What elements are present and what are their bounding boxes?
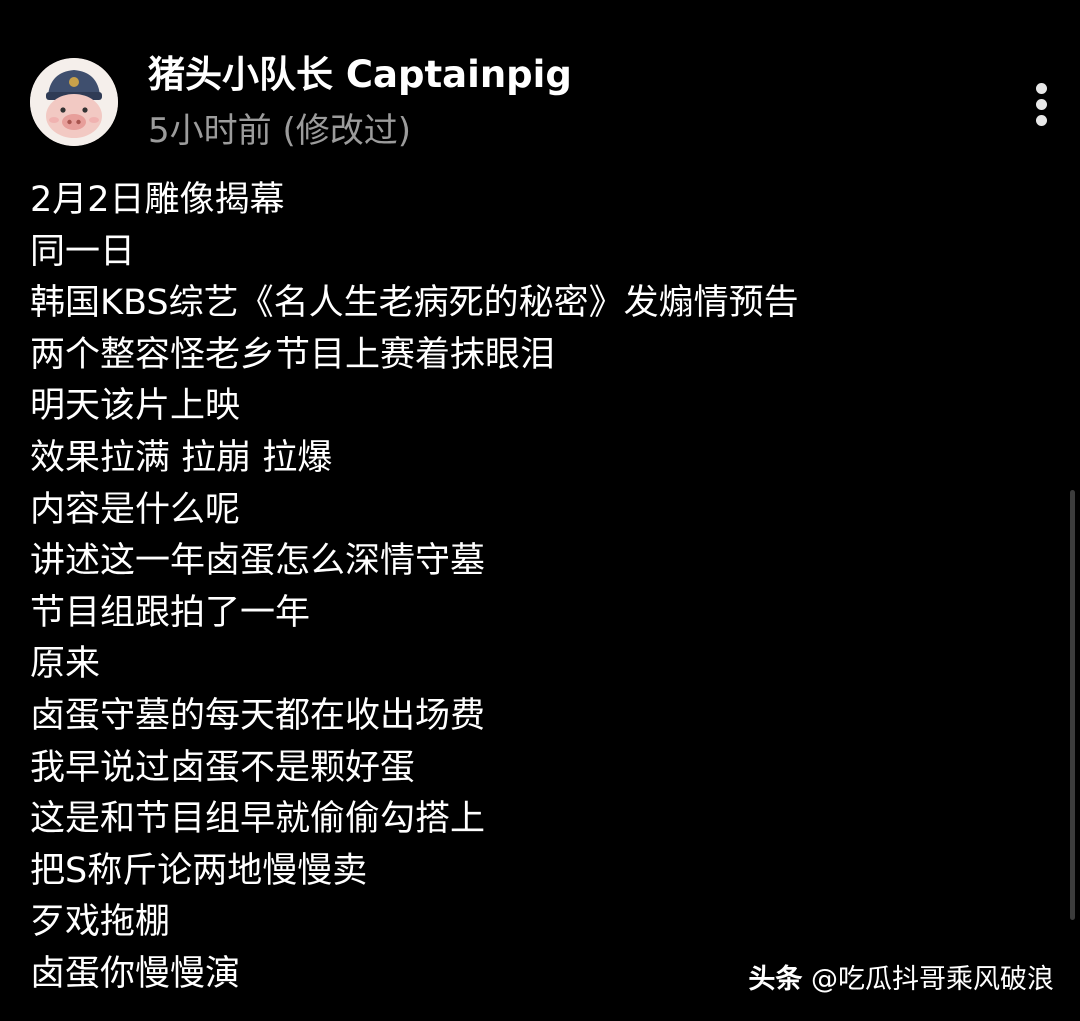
watermark-brand: 头条: [748, 964, 803, 995]
post-line: 歹戏拖棚: [30, 902, 171, 943]
post-line: 两个整容怪老乡节目上赛着抹眼泪: [30, 334, 556, 375]
post-line: 2月2日雕像揭幕: [30, 180, 285, 220]
post-line: 明天该片上映: [30, 386, 241, 427]
pig-with-cap-avatar: [30, 58, 118, 146]
post-line: 原来: [30, 644, 101, 685]
vertical-dots-icon: [1036, 115, 1047, 126]
post-line: 同一日: [30, 231, 136, 272]
post-line: 讲述这一年卤蛋怎么深情守墓: [30, 541, 486, 582]
post-line: 这是和节目组早就偷偷勾搭上: [30, 799, 486, 840]
post-line: 把S称斤论两地慢慢卖: [30, 850, 368, 891]
more-options-button[interactable]: [1022, 80, 1062, 128]
vertical-dots-icon: [1036, 83, 1047, 94]
post-line: 节目组跟拍了一年: [30, 592, 311, 633]
scrollbar-thumb[interactable]: [1070, 490, 1075, 920]
post-line: 内容是什么呢: [30, 489, 241, 530]
avatar[interactable]: [30, 58, 118, 146]
post-body: 2月2日雕像揭幕 同一日 韩国KBS综艺《名人生老病死的秘密》发煽情预告 两个整…: [30, 175, 1030, 1001]
author-name[interactable]: 猪头小队长 Captainpig: [148, 50, 572, 100]
post-line: 效果拉满 拉崩 拉爆: [30, 437, 333, 478]
post-timestamp: 5小时前 (修改过): [148, 111, 411, 151]
watermark: 头条 @吃瓜抖哥乘风破浪: [748, 958, 1054, 1002]
post-line: 卤蛋守墓的每天都在收出场费: [30, 695, 486, 736]
vertical-dots-icon: [1036, 99, 1047, 110]
watermark-handle: @吃瓜抖哥乘风破浪: [811, 964, 1054, 995]
post-line: 韩国KBS综艺《名人生老病死的秘密》发煽情预告: [30, 283, 799, 324]
post-line: 我早说过卤蛋不是颗好蛋: [30, 747, 416, 788]
